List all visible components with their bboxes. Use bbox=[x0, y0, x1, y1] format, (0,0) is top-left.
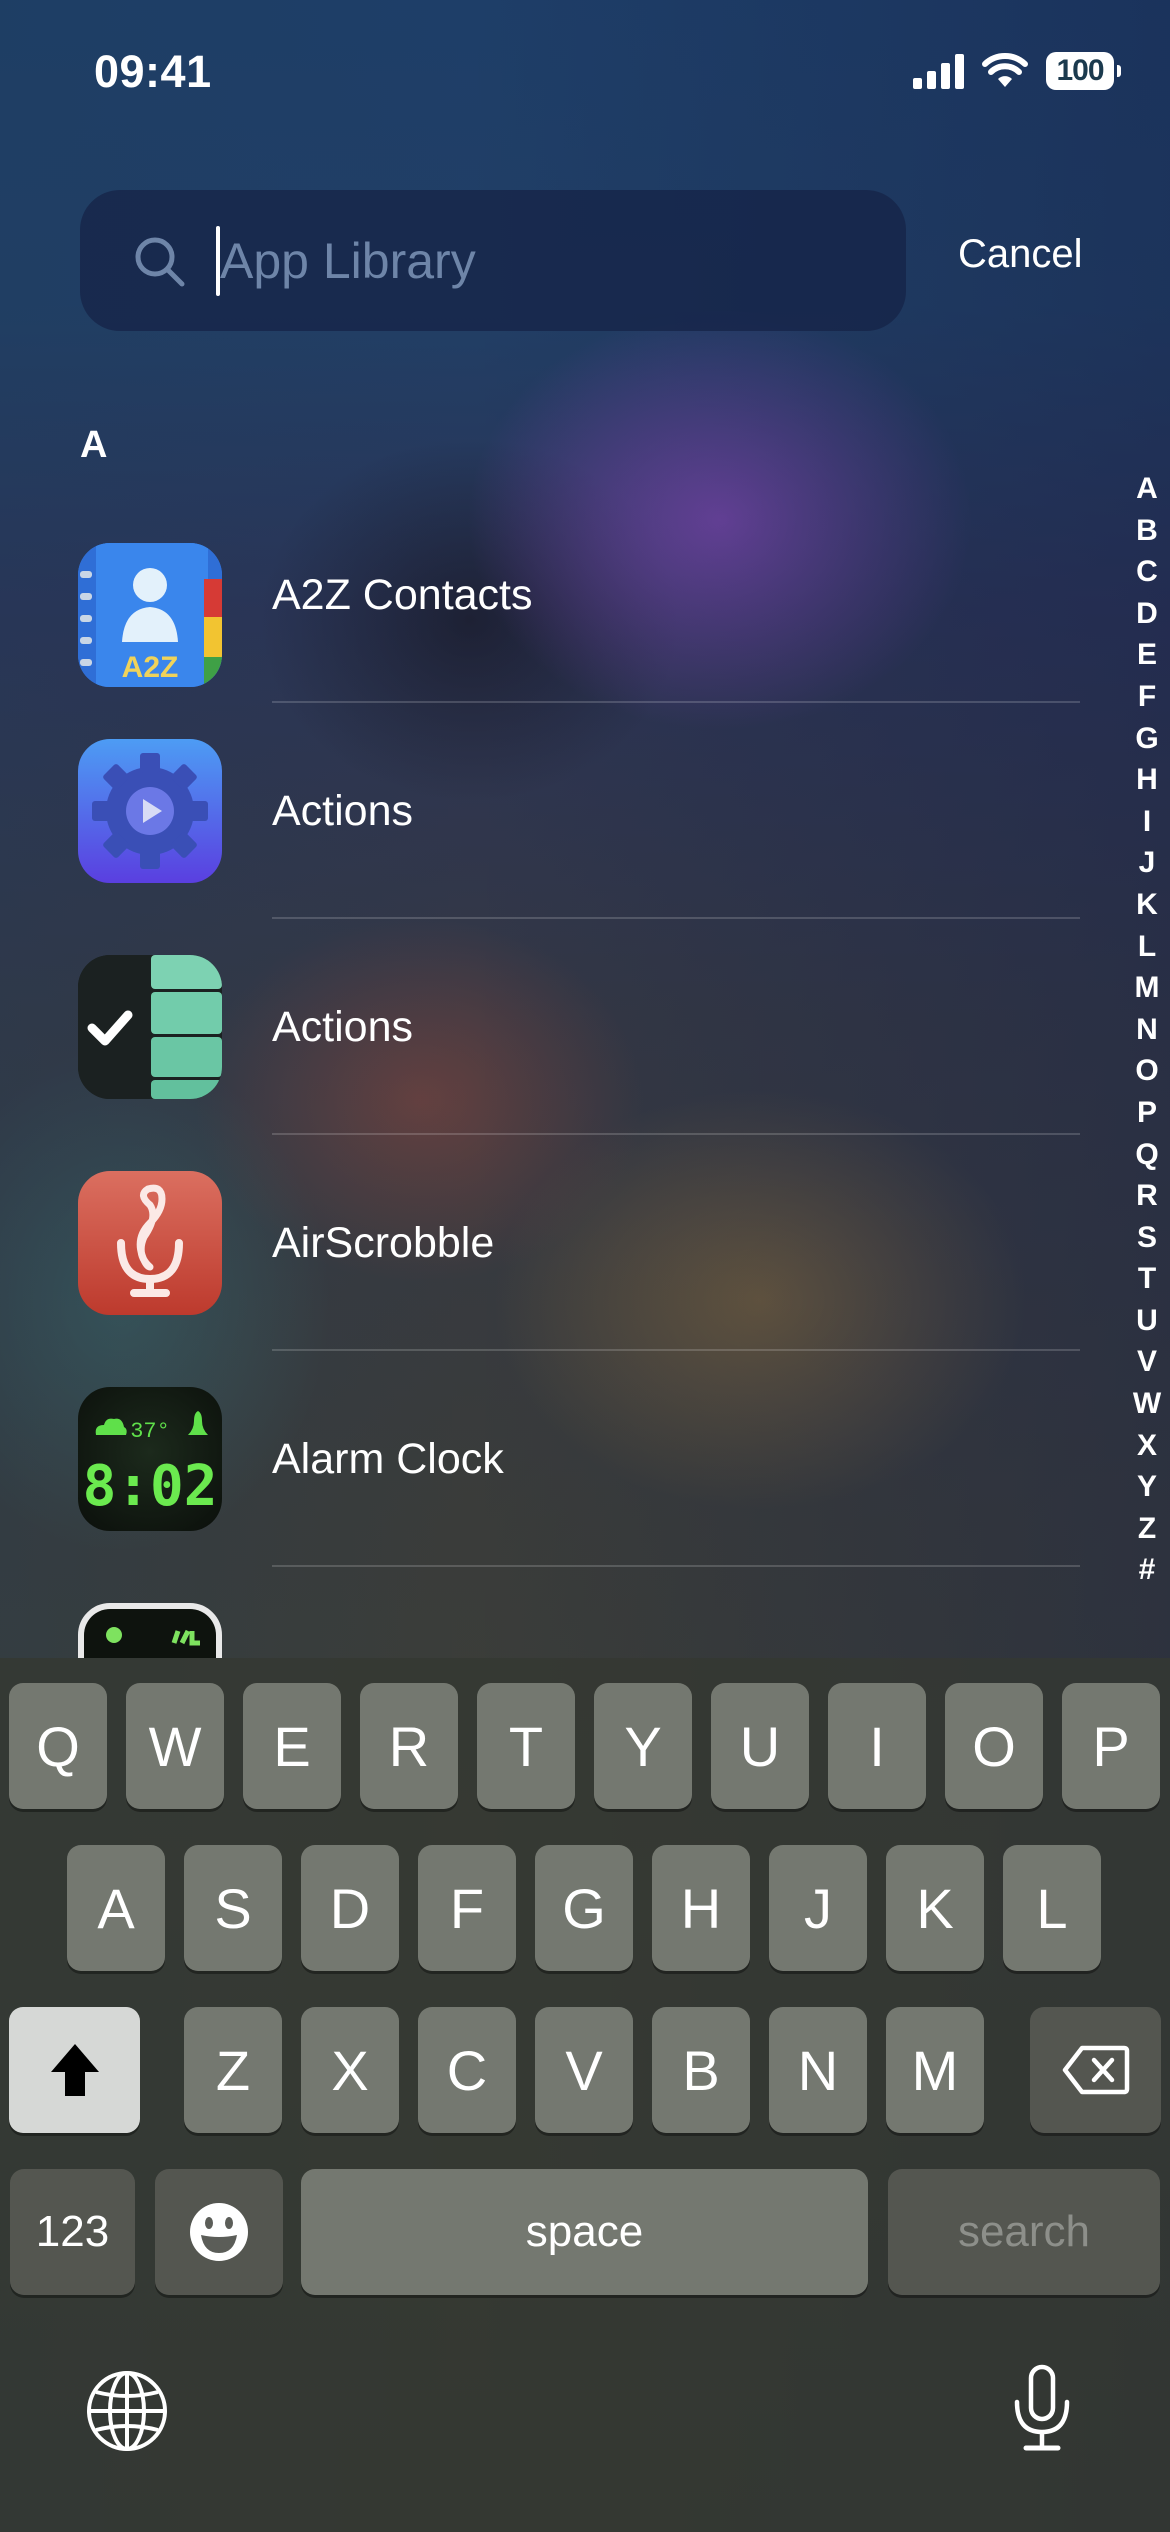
space-key[interactable]: space bbox=[301, 2169, 868, 2295]
index-letter-c[interactable]: C bbox=[1136, 551, 1158, 593]
key-n[interactable]: N bbox=[769, 2007, 867, 2133]
key-p[interactable]: P bbox=[1062, 1683, 1160, 1809]
index-letter-i[interactable]: I bbox=[1143, 801, 1151, 843]
app-name: A2Z Contacts bbox=[272, 571, 533, 619]
alarm-clock-hd-icon bbox=[78, 1603, 222, 1658]
key-a[interactable]: A bbox=[67, 1845, 165, 1971]
keyboard: QWERTYUIOP ASDFGHJKL ZXCVBNM 123 space s… bbox=[0, 1658, 1170, 2532]
shift-icon bbox=[50, 2044, 99, 2096]
index-letter-g[interactable]: G bbox=[1135, 718, 1158, 760]
key-x[interactable]: X bbox=[301, 2007, 399, 2133]
index-letter-p[interactable]: P bbox=[1137, 1092, 1157, 1134]
app-row-actions-checklist[interactable]: Actions bbox=[0, 919, 1100, 1135]
emoji-icon bbox=[190, 2203, 248, 2261]
airscrobble-mic-icon bbox=[78, 1171, 222, 1315]
key-b[interactable]: B bbox=[652, 2007, 750, 2133]
key-t[interactable]: T bbox=[477, 1683, 575, 1809]
index-letter-w[interactable]: W bbox=[1133, 1383, 1161, 1425]
alphabet-index[interactable]: A B C D E F G H I J K L M N O P Q R S T U V W X Y Z # bbox=[1124, 468, 1170, 1591]
app-name: Actions bbox=[272, 787, 414, 835]
key-l[interactable]: L bbox=[1003, 1845, 1101, 1971]
app-name: AirScrobble bbox=[272, 1219, 495, 1267]
key-m[interactable]: M bbox=[886, 2007, 984, 2133]
index-letter-r[interactable]: R bbox=[1136, 1175, 1158, 1217]
section-header: A bbox=[80, 424, 108, 466]
key-q[interactable]: Q bbox=[9, 1683, 107, 1809]
app-row-airscrobble[interactable]: AirScrobble bbox=[0, 1135, 1100, 1351]
key-i[interactable]: I bbox=[828, 1683, 926, 1809]
delete-key[interactable] bbox=[1030, 2007, 1161, 2133]
index-letter-v[interactable]: V bbox=[1137, 1341, 1157, 1383]
app-name: Alarm Clock bbox=[272, 1435, 504, 1483]
index-letter-e[interactable]: E bbox=[1137, 634, 1157, 676]
app-row-clipped[interactable] bbox=[0, 1567, 1100, 1658]
svg-text:8:02: 8:02 bbox=[83, 1454, 218, 1519]
svg-text:A2Z: A2Z bbox=[122, 651, 179, 684]
key-g[interactable]: G bbox=[535, 1845, 633, 1971]
index-letter-f[interactable]: F bbox=[1138, 676, 1156, 718]
index-letter-u[interactable]: U bbox=[1136, 1300, 1158, 1342]
key-f[interactable]: F bbox=[418, 1845, 516, 1971]
key-v[interactable]: V bbox=[535, 2007, 633, 2133]
delete-icon bbox=[1062, 2045, 1129, 2095]
key-e[interactable]: E bbox=[243, 1683, 341, 1809]
actions-gear-icon bbox=[78, 739, 222, 883]
key-z[interactable]: Z bbox=[184, 2007, 282, 2133]
index-letter-h[interactable]: H bbox=[1136, 759, 1158, 801]
key-r[interactable]: R bbox=[360, 1683, 458, 1809]
app-list: A A2Z A2Z Contacts Actions Actions AirSc… bbox=[0, 0, 1100, 1658]
index-letter-m[interactable]: M bbox=[1135, 967, 1160, 1009]
globe-icon[interactable] bbox=[86, 2370, 168, 2452]
key-k[interactable]: K bbox=[886, 1845, 984, 1971]
key-u[interactable]: U bbox=[711, 1683, 809, 1809]
index-letter-z[interactable]: Z bbox=[1138, 1508, 1156, 1550]
index-letter-b[interactable]: B bbox=[1136, 510, 1158, 552]
app-row-a2z-contacts[interactable]: A2Z A2Z Contacts bbox=[0, 487, 1100, 703]
alarm-clock-icon: 37° 8:02 bbox=[78, 1387, 222, 1531]
search-key[interactable]: search bbox=[888, 2169, 1160, 2295]
shift-key[interactable] bbox=[9, 2007, 140, 2133]
index-letter-o[interactable]: O bbox=[1135, 1050, 1158, 1092]
index-letter-q[interactable]: Q bbox=[1135, 1134, 1158, 1176]
index-letter-s[interactable]: S bbox=[1137, 1217, 1157, 1259]
index-letter-hash[interactable]: # bbox=[1139, 1549, 1156, 1591]
emoji-key[interactable] bbox=[155, 2169, 283, 2295]
svg-text:37°: 37° bbox=[130, 1419, 170, 1444]
key-w[interactable]: W bbox=[126, 1683, 224, 1809]
key-c[interactable]: C bbox=[418, 2007, 516, 2133]
microphone-icon[interactable] bbox=[1012, 2364, 1072, 2452]
numbers-key[interactable]: 123 bbox=[10, 2169, 135, 2295]
a2z-contacts-icon: A2Z bbox=[78, 543, 222, 687]
key-d[interactable]: D bbox=[301, 1845, 399, 1971]
key-s[interactable]: S bbox=[184, 1845, 282, 1971]
index-letter-k[interactable]: K bbox=[1136, 884, 1158, 926]
index-letter-y[interactable]: Y bbox=[1137, 1466, 1157, 1508]
index-letter-t[interactable]: T bbox=[1138, 1258, 1156, 1300]
key-o[interactable]: O bbox=[945, 1683, 1043, 1809]
app-row-actions[interactable]: Actions bbox=[0, 703, 1100, 919]
index-letter-a[interactable]: A bbox=[1136, 468, 1158, 510]
app-row-alarm-clock[interactable]: 37° 8:02 Alarm Clock bbox=[0, 1351, 1100, 1567]
index-letter-n[interactable]: N bbox=[1136, 1009, 1158, 1051]
index-letter-l[interactable]: L bbox=[1138, 926, 1156, 968]
index-letter-d[interactable]: D bbox=[1136, 593, 1158, 635]
index-letter-x[interactable]: X bbox=[1137, 1425, 1157, 1467]
key-j[interactable]: J bbox=[769, 1845, 867, 1971]
actions-checklist-icon bbox=[78, 955, 222, 1099]
key-h[interactable]: H bbox=[652, 1845, 750, 1971]
key-y[interactable]: Y bbox=[594, 1683, 692, 1809]
app-name: Actions bbox=[272, 1003, 414, 1051]
index-letter-j[interactable]: J bbox=[1139, 842, 1156, 884]
